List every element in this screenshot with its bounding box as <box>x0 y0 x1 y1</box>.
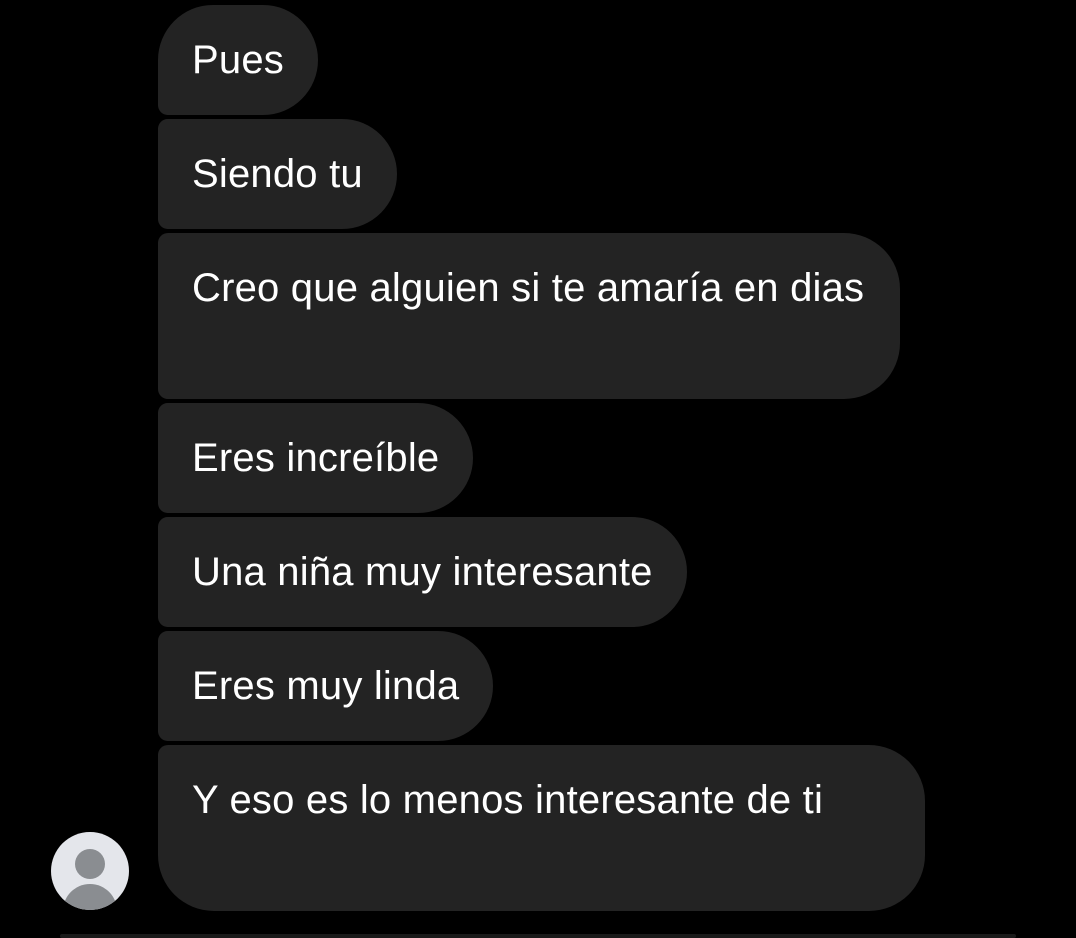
message-bubble[interactable]: Eres increíble <box>158 403 474 513</box>
message-bubble[interactable]: Eres muy linda <box>158 631 494 741</box>
message-bubble[interactable]: Una niña muy interesante <box>158 517 687 627</box>
message-text: Pues <box>192 38 284 82</box>
message-text: Eres increíble <box>192 436 440 480</box>
message-text: Una niña muy interesante <box>192 550 653 594</box>
message-text: Y eso es lo menos interesante de ti <box>192 778 824 822</box>
default-person-icon-body <box>63 884 117 910</box>
message-thread: Pues Siendo tu Creo que alguien si te am… <box>0 0 1076 938</box>
default-person-icon <box>75 849 105 879</box>
message-bubble[interactable]: Y eso es lo menos interesante de ti <box>158 745 925 911</box>
message-text: Eres muy linda <box>192 664 460 708</box>
message-bubble[interactable]: Siendo tu <box>158 119 397 229</box>
message-text: Creo que alguien si te amaría en dias <box>192 266 865 310</box>
divider <box>60 934 1016 938</box>
message-text: Siendo tu <box>192 152 363 196</box>
message-bubble[interactable]: Creo que alguien si te amaría en dias <box>158 233 900 399</box>
avatar[interactable] <box>51 832 129 910</box>
message-bubble[interactable]: Pues <box>158 5 318 115</box>
